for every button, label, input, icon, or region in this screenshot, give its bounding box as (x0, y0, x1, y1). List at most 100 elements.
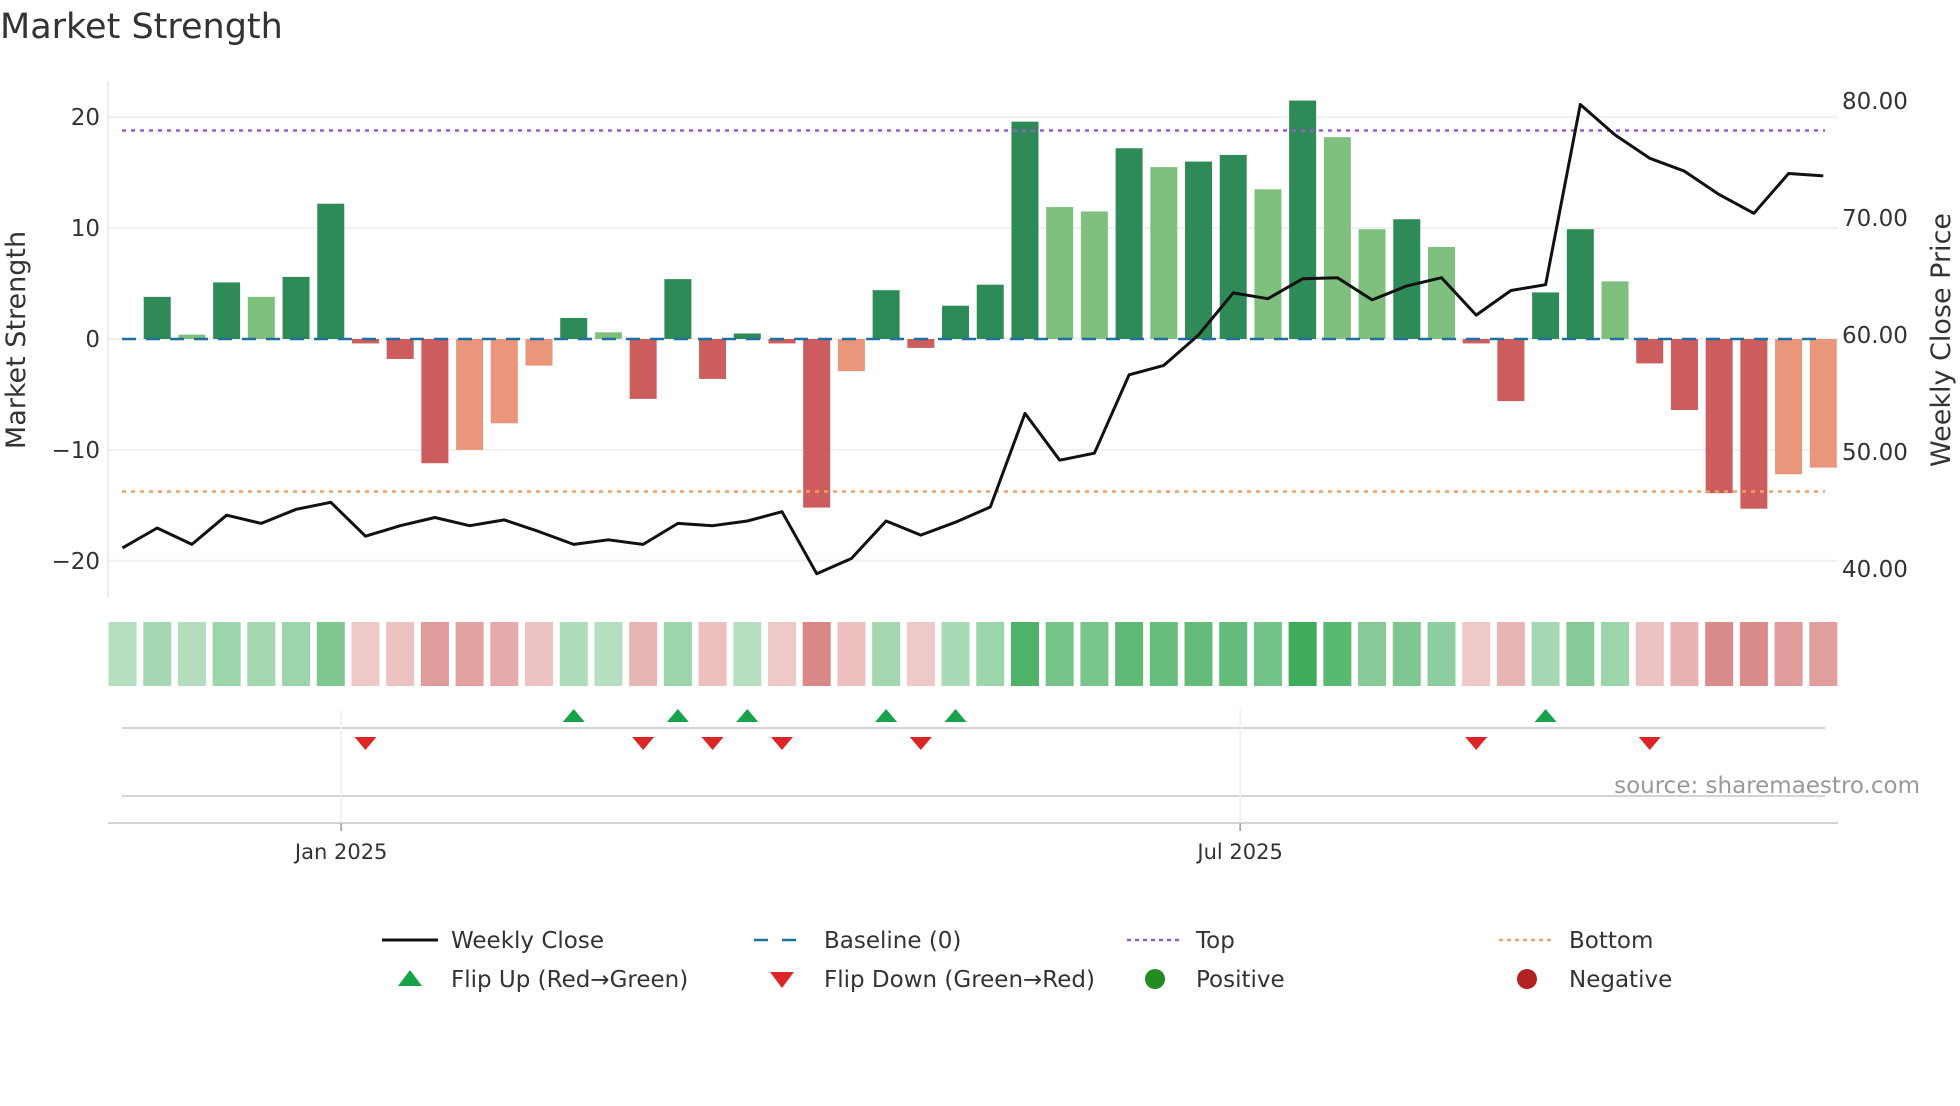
left-axis-title: Market Strength (1, 231, 32, 449)
legend-label: Flip Down (Green→Red) (824, 967, 1095, 993)
strength-bar (1358, 229, 1386, 339)
strength-bar (490, 339, 518, 424)
strength-bar (1775, 339, 1803, 475)
x-axis-ticks: Jan 2025 Jul 2025 (293, 710, 1283, 864)
strength-bar (1809, 339, 1837, 468)
flip-up-marker (875, 709, 898, 722)
x-tick-label: Jul 2025 (1195, 840, 1282, 864)
heatmap-cell (1531, 622, 1560, 686)
strength-bar (976, 284, 1004, 339)
strength-bar (456, 339, 484, 450)
heatmap-cell (976, 622, 1005, 686)
heatmap-cell (143, 622, 172, 686)
strength-bar (1080, 211, 1108, 339)
y-tick-label: 20 (71, 105, 100, 131)
heatmap-cell (698, 622, 727, 686)
y2-tick-label: 70.00 (1842, 206, 1908, 232)
strength-bar (1705, 339, 1733, 494)
heatmap-cell (767, 622, 796, 686)
flip-up-marker (562, 709, 585, 722)
flip-markers (354, 709, 1661, 750)
heatmap-cell (490, 622, 519, 686)
heatmap-cell (1635, 622, 1664, 686)
strength-bar (837, 339, 865, 372)
strength-bar (1532, 292, 1560, 339)
heatmap-cell (316, 622, 345, 686)
y-tick-label: −20 (51, 549, 100, 575)
strength-bar (1254, 189, 1282, 339)
flip-down-marker (701, 737, 724, 750)
legend-label: Positive (1196, 967, 1285, 993)
heatmap-cell (1115, 622, 1144, 686)
strength-bar (872, 290, 900, 339)
legend-triangle-down-icon (770, 972, 794, 988)
flip-down-marker (770, 737, 793, 750)
flip-up-marker (736, 709, 759, 722)
y-tick-label: −10 (51, 438, 100, 464)
heatmap-cell (247, 622, 276, 686)
flip-down-marker (1638, 737, 1661, 750)
heatmap-cell (1601, 622, 1630, 686)
y-tick-label: 0 (85, 327, 100, 353)
heatmap-cell (906, 622, 935, 686)
heatmap-cell (663, 622, 692, 686)
market-strength-chart: Market Strength 20 10 0 −10 −20 80.00 70.00 60… (0, 7, 1957, 993)
heatmap-cell (733, 622, 762, 686)
strength-bar (1497, 339, 1525, 402)
strength-bar (1289, 100, 1317, 339)
heatmap-cell (1705, 622, 1734, 686)
strength-bar (1011, 121, 1039, 339)
strength-bar (942, 305, 970, 339)
heatmap-cell (1670, 622, 1699, 686)
heatmap-cell (525, 622, 554, 686)
heatmap-cell (212, 622, 241, 686)
strength-bar (421, 339, 449, 464)
strength-bar (213, 282, 241, 339)
heatmap-cell (1288, 622, 1317, 686)
flip-down-marker (632, 737, 655, 750)
heatmap-cell (802, 622, 831, 686)
heatmap-cell (1496, 622, 1525, 686)
heatmap-cell (559, 622, 588, 686)
legend-positive-icon (1145, 969, 1165, 989)
strength-bar (664, 279, 692, 339)
strength-bar (1670, 339, 1698, 410)
legend-label: Flip Up (Red→Green) (451, 967, 688, 993)
chart-title: Market Strength (0, 7, 283, 47)
flip-down-marker (909, 737, 932, 750)
heatmap-cell (455, 622, 484, 686)
strength-bar (525, 339, 553, 366)
heatmap-cell (282, 622, 311, 686)
strength-bar (1115, 148, 1143, 339)
strength-bar (1566, 229, 1594, 339)
y2-tick-label: 60.00 (1842, 323, 1908, 349)
heatmap-cell (108, 622, 137, 686)
legend: Weekly Close Baseline (0) Top Bottom Flip Up… (382, 928, 1672, 993)
strength-bar (1150, 167, 1178, 339)
strength-bar (803, 339, 831, 508)
flip-up-marker (944, 709, 967, 722)
flip-down-marker (1465, 737, 1488, 750)
legend-label: Weekly Close (451, 928, 604, 954)
strength-bar (1219, 154, 1247, 339)
heatmap-cell (1392, 622, 1421, 686)
strength-bar (1740, 339, 1768, 509)
strength-bar (247, 296, 275, 339)
heatmap-cell (1774, 622, 1803, 686)
strength-bar (629, 339, 657, 399)
flip-up-marker (1534, 709, 1557, 722)
left-axis-ticks: 20 10 0 −10 −20 (51, 105, 100, 575)
strength-bar (143, 296, 171, 339)
heatmap-cell (1045, 622, 1074, 686)
legend-label: Baseline (0) (824, 928, 961, 954)
strength-bar (1393, 219, 1421, 339)
flip-up-marker (666, 709, 689, 722)
legend-negative-icon (1517, 969, 1537, 989)
heatmap-cell (177, 622, 206, 686)
strength-bar (1601, 281, 1629, 339)
legend-label: Negative (1569, 967, 1672, 993)
heatmap-cell (1462, 622, 1491, 686)
heatmap-cell (1809, 622, 1838, 686)
heatmap-cell (1219, 622, 1248, 686)
source-label: source: sharemaestro.com (1614, 773, 1920, 799)
